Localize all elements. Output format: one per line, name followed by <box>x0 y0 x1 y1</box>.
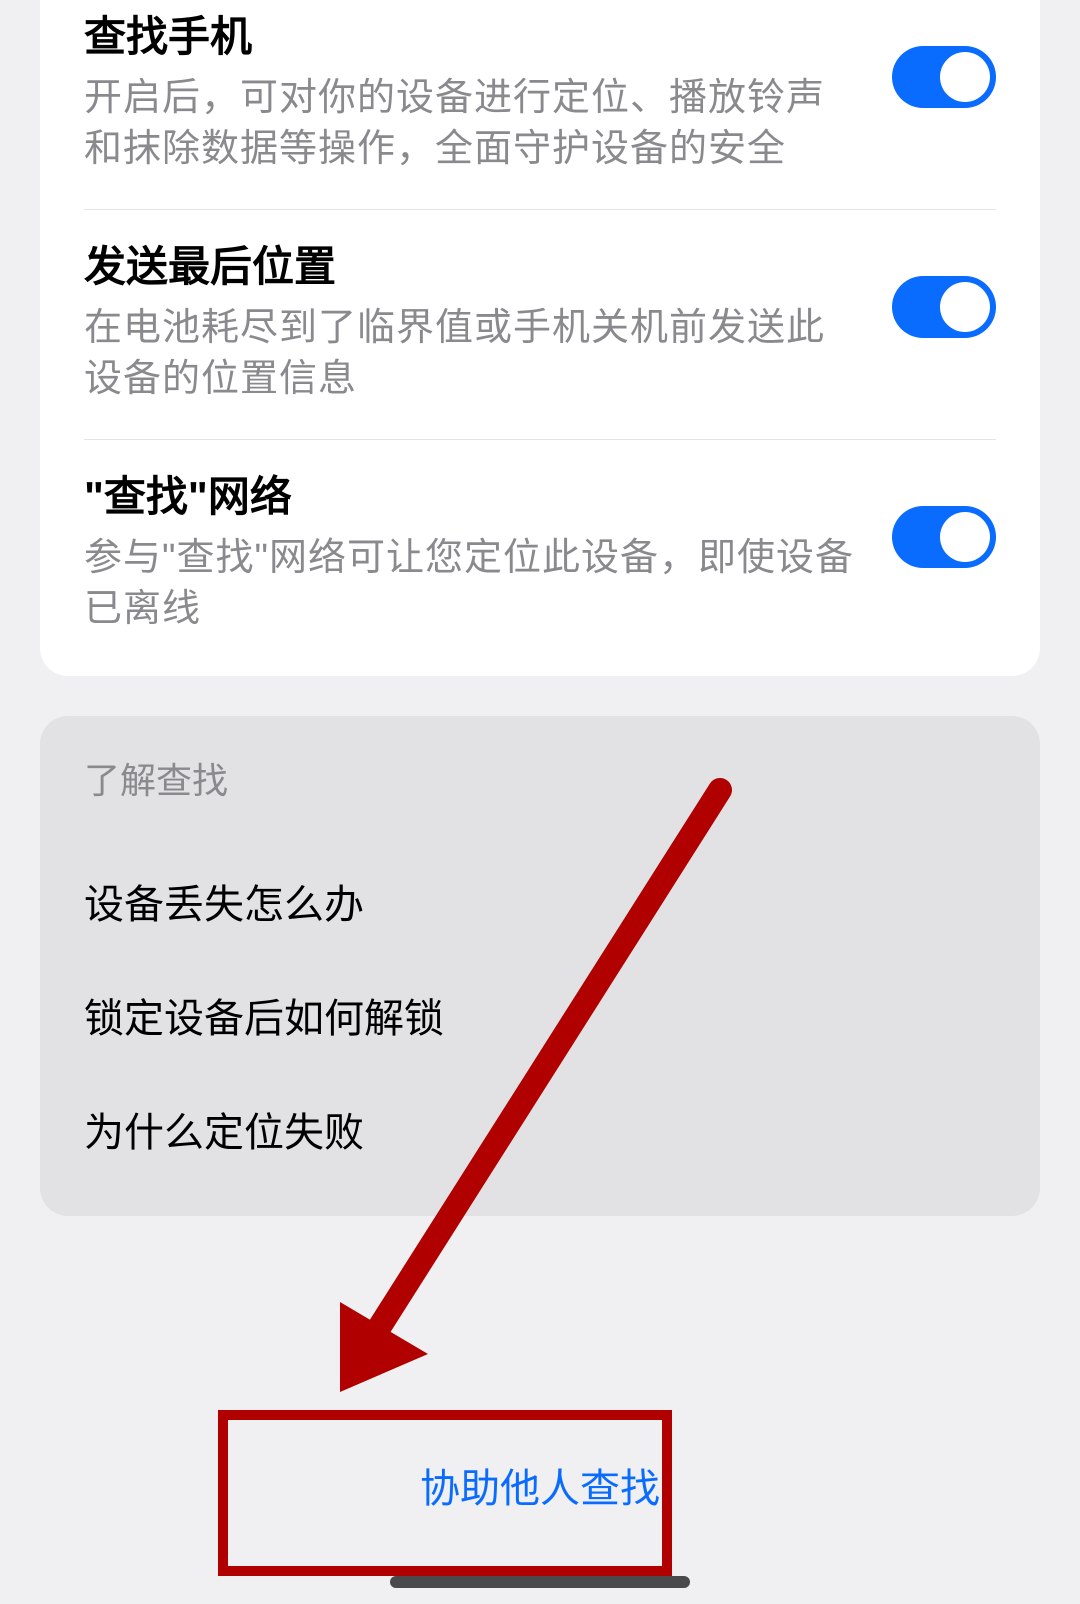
learn-header: 了解查找 <box>84 752 996 804</box>
setting-desc: 在电池耗尽到了临界值或手机关机前发送此设备的位置信息 <box>84 303 862 406</box>
setting-find-network: "查找"网络 参与"查找"网络可让您定位此设备，即使设备已离线 <box>84 440 996 675</box>
link-device-lost[interactable]: 设备丢失怎么办 <box>84 844 996 958</box>
link-unlock-after-lock[interactable]: 锁定设备后如何解锁 <box>84 958 996 1072</box>
assist-others-find-button[interactable]: 协助他人查找 <box>380 1436 700 1534</box>
bottom-button-wrap: 协助他人查找 <box>0 1436 1080 1534</box>
toggle-send-last-location[interactable] <box>892 276 996 338</box>
toggle-find-network[interactable] <box>892 506 996 568</box>
toggle-find-phone[interactable] <box>892 46 996 108</box>
home-indicator <box>390 1576 690 1588</box>
settings-card: 查找手机 开启后，可对你的设备进行定位、播放铃声和抹除数据等操作，全面守护设备的… <box>40 0 1040 676</box>
link-why-locate-fail[interactable]: 为什么定位失败 <box>84 1072 996 1186</box>
setting-title: 查找手机 <box>84 10 862 65</box>
setting-send-last-location: 发送最后位置 在电池耗尽到了临界值或手机关机前发送此设备的位置信息 <box>84 210 996 440</box>
setting-desc: 参与"查找"网络可让您定位此设备，即使设备已离线 <box>84 533 862 636</box>
setting-title: 发送最后位置 <box>84 240 862 295</box>
setting-desc: 开启后，可对你的设备进行定位、播放铃声和抹除数据等操作，全面守护设备的安全 <box>84 73 862 176</box>
setting-text: "查找"网络 参与"查找"网络可让您定位此设备，即使设备已离线 <box>84 470 892 635</box>
setting-title: "查找"网络 <box>84 470 862 525</box>
setting-text: 发送最后位置 在电池耗尽到了临界值或手机关机前发送此设备的位置信息 <box>84 240 892 405</box>
setting-text: 查找手机 开启后，可对你的设备进行定位、播放铃声和抹除数据等操作，全面守护设备的… <box>84 10 892 175</box>
setting-find-phone: 查找手机 开启后，可对你的设备进行定位、播放铃声和抹除数据等操作，全面守护设备的… <box>84 0 996 210</box>
learn-card: 了解查找 设备丢失怎么办 锁定设备后如何解锁 为什么定位失败 <box>40 716 1040 1216</box>
